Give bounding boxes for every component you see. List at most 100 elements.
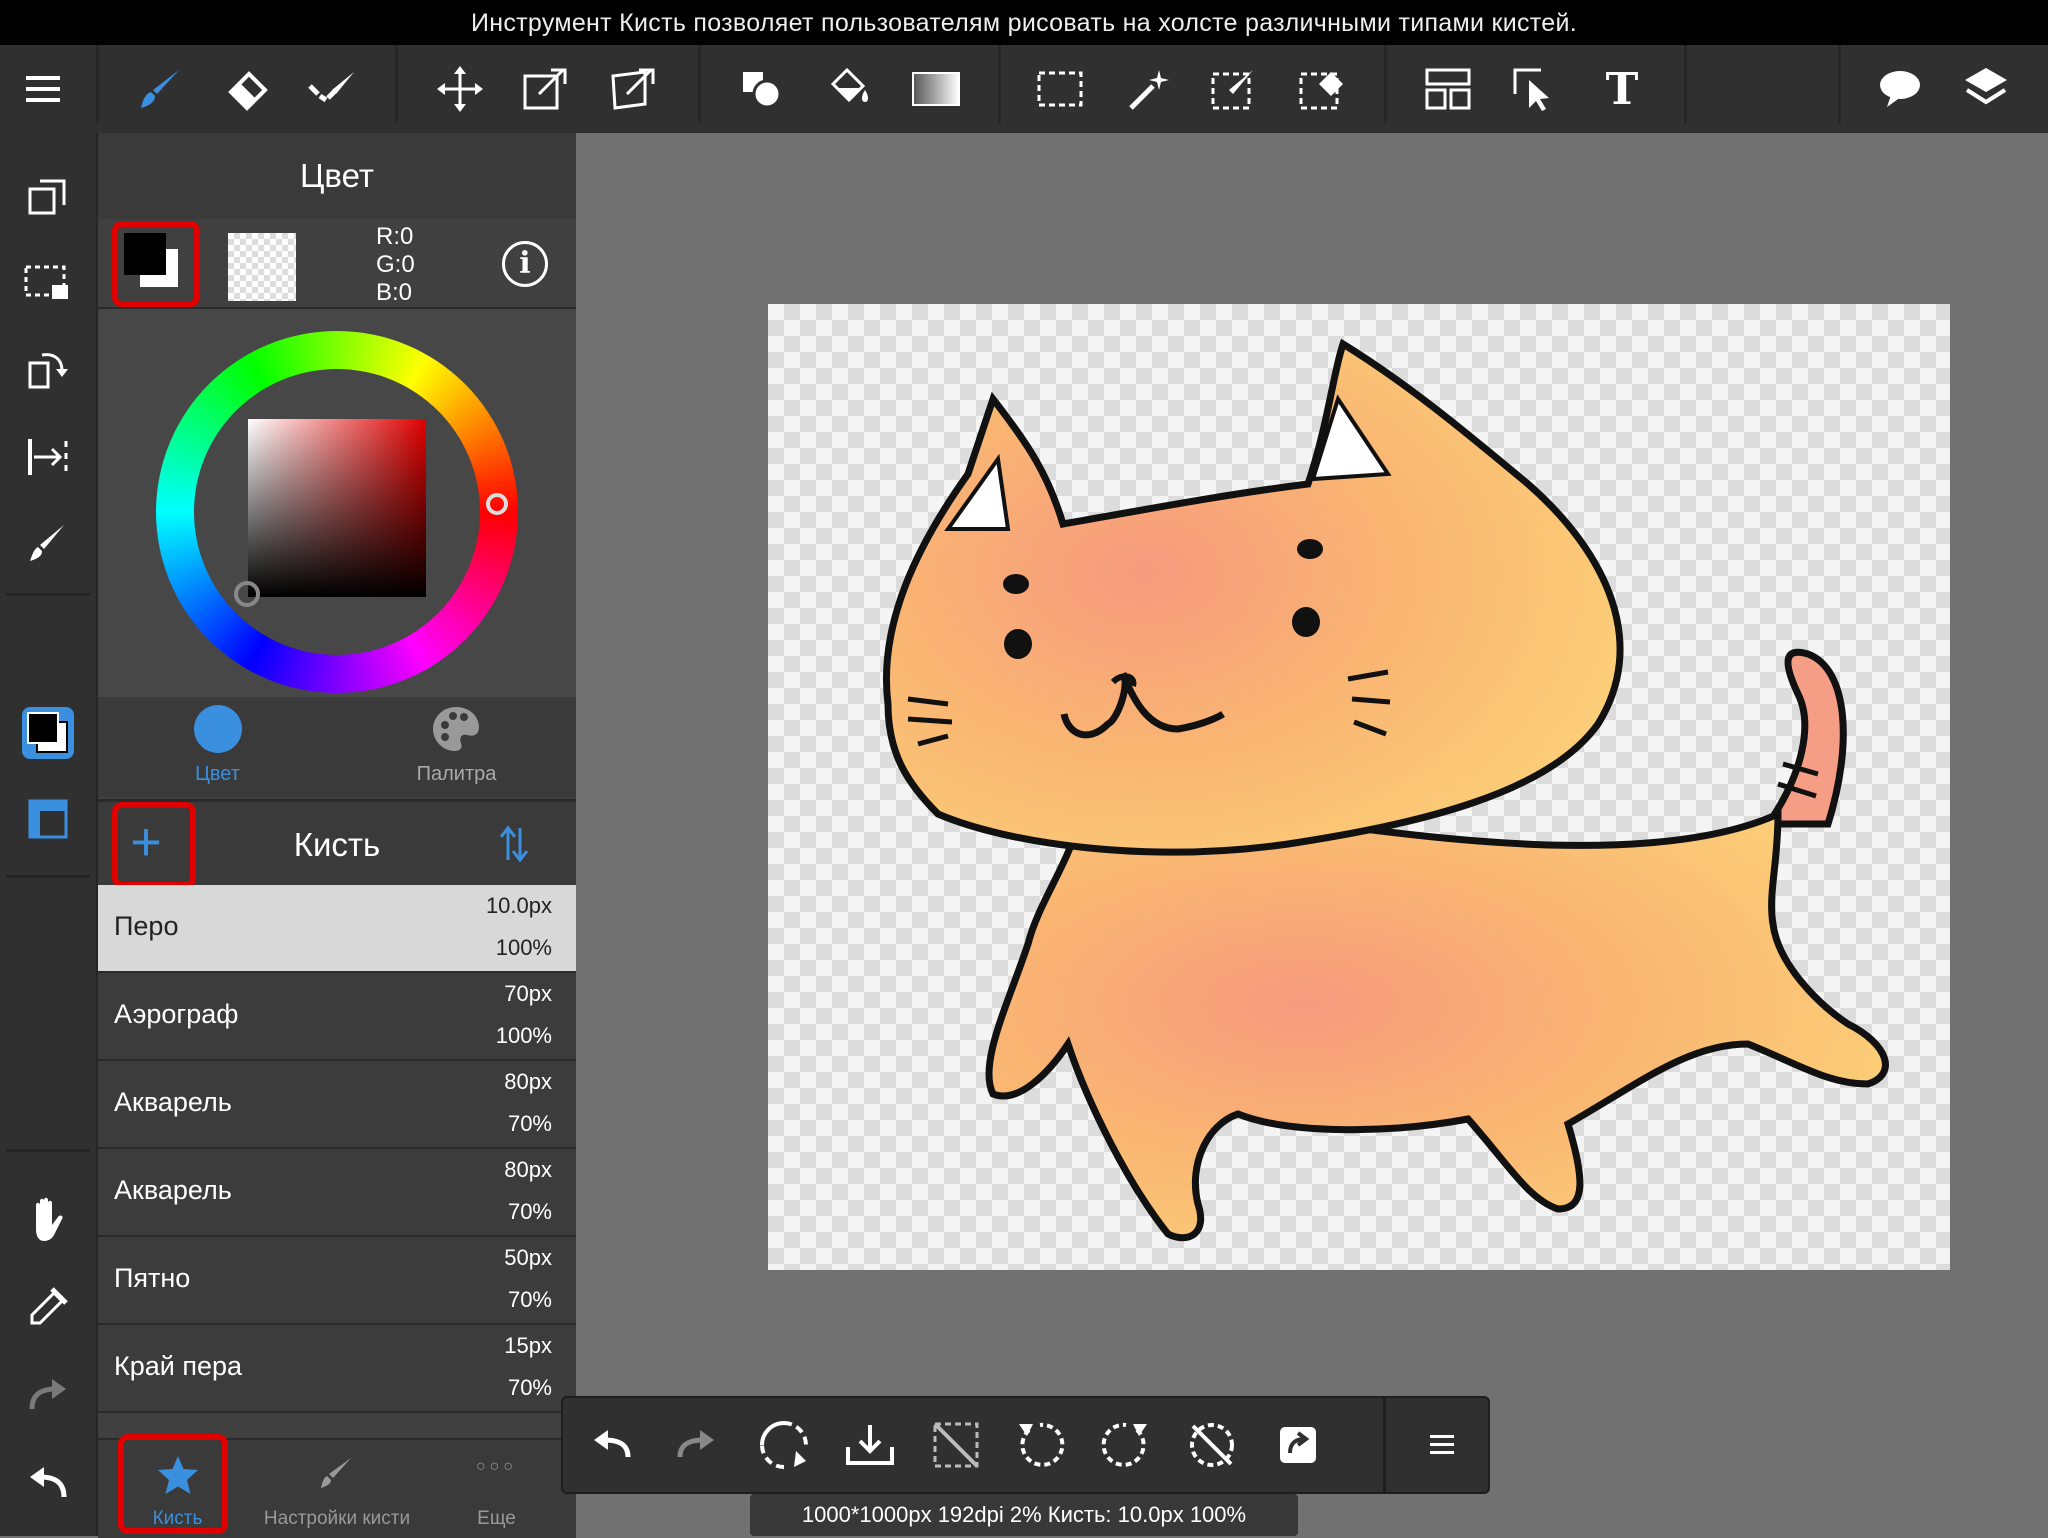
brush-size: 70px bbox=[504, 981, 552, 1006]
palette-icon bbox=[433, 707, 479, 751]
brush-size: 80px bbox=[504, 1069, 552, 1094]
magic-wand-icon[interactable] bbox=[1118, 59, 1178, 119]
brush-opacity: 70% bbox=[507, 1199, 552, 1224]
brush-opacity: 70% bbox=[507, 1111, 552, 1136]
tab-brush-settings-label: Настройки кисти bbox=[263, 1508, 411, 1529]
brush-panel-header: + Кисть bbox=[98, 799, 576, 888]
rotate-right-icon[interactable] bbox=[1095, 1414, 1157, 1476]
main-color-highlight bbox=[112, 221, 200, 307]
brush-name: Акварель bbox=[114, 1175, 232, 1205]
tab-palette-label: Палитра bbox=[416, 763, 497, 785]
tab-brush-settings[interactable]: Настройки кисти bbox=[257, 1440, 417, 1538]
gradient-icon[interactable] bbox=[906, 59, 966, 119]
bottom-action-bar bbox=[561, 1396, 1490, 1494]
brush-opacity: 100% bbox=[495, 935, 552, 960]
color-wheel-area bbox=[98, 309, 576, 697]
r-value: R:0 bbox=[376, 223, 414, 250]
hue-handle[interactable] bbox=[486, 493, 508, 515]
rgb-readout: R:0 G:0 B:0 bbox=[376, 223, 415, 307]
select-pen-icon[interactable] bbox=[1204, 59, 1264, 119]
brush-item-watercolor[interactable]: Акварель 80px 70% bbox=[98, 1061, 576, 1149]
eraser-icon[interactable] bbox=[218, 59, 278, 119]
hand-icon[interactable] bbox=[18, 1189, 78, 1249]
brush-item-blur[interactable]: Пятно 50px 70% bbox=[98, 1237, 576, 1325]
tab-more[interactable]: ○○○ Еще bbox=[417, 1440, 576, 1538]
eyedropper-icon[interactable] bbox=[18, 1277, 78, 1337]
tutorial-banner: Инструмент Кисть позволяет пользователям… bbox=[0, 0, 2048, 45]
frame-divider-icon[interactable] bbox=[1418, 59, 1478, 119]
dotted-brush-icon[interactable] bbox=[304, 59, 364, 119]
select-rect-icon[interactable] bbox=[1030, 59, 1090, 119]
brush-name: Аэрограф bbox=[114, 999, 239, 1029]
rotate-left-icon[interactable] bbox=[1009, 1414, 1071, 1476]
undo-icon[interactable] bbox=[581, 1414, 643, 1476]
tab-color[interactable]: Цвет bbox=[98, 697, 337, 797]
brush-item-airbrush[interactable]: Аэрограф 70px 100% bbox=[98, 973, 576, 1061]
brush-item-pen-edge[interactable]: Край пера 15px 70% bbox=[98, 1325, 576, 1413]
color-panel-title: Цвет bbox=[300, 157, 374, 194]
status-bar: 1000*1000px 192dpi 2% Кисть: 10.0px 100% bbox=[750, 1494, 1298, 1536]
speech-bubble-icon[interactable] bbox=[1870, 59, 1930, 119]
ruler-icon[interactable] bbox=[18, 427, 78, 487]
undo-icon[interactable] bbox=[18, 1453, 78, 1513]
brush-icon[interactable] bbox=[130, 59, 190, 119]
brush-settings-icon bbox=[321, 1458, 351, 1488]
transform-rotate-icon[interactable] bbox=[753, 1414, 815, 1476]
brush-name: Перо bbox=[114, 911, 179, 941]
sort-icon[interactable] bbox=[498, 824, 530, 864]
brush-name: Край пера bbox=[114, 1351, 243, 1381]
more-icon: ○○○ bbox=[476, 1458, 517, 1475]
rotate-icon[interactable] bbox=[18, 339, 78, 399]
shape-icon[interactable] bbox=[732, 59, 792, 119]
color-tabs: Цвет Палитра bbox=[98, 697, 576, 797]
selection-icon[interactable] bbox=[18, 253, 78, 313]
brush-size: 50px bbox=[504, 1245, 552, 1270]
tab-more-label: Еще bbox=[477, 1508, 516, 1529]
save-icon[interactable] bbox=[839, 1414, 901, 1476]
b-value: B:0 bbox=[376, 279, 413, 306]
info-button[interactable]: i bbox=[502, 241, 548, 287]
tab-palette[interactable]: Палитра bbox=[337, 697, 576, 797]
brush-size: 80px bbox=[504, 1157, 552, 1182]
redo-icon bbox=[665, 1414, 727, 1476]
color-swatch-icon[interactable] bbox=[18, 703, 78, 763]
brush-item-pen[interactable]: Перо 10.0px 100% bbox=[98, 885, 576, 973]
tab-color-label: Цвет bbox=[195, 763, 240, 785]
g-value: G:0 bbox=[376, 251, 415, 278]
brush-name: Акварель bbox=[114, 1087, 232, 1117]
brush-opacity: 70% bbox=[507, 1287, 552, 1312]
operation-icon[interactable] bbox=[1506, 59, 1566, 119]
brush-opacity: 70% bbox=[507, 1375, 552, 1400]
brush-bottom-tabs: Кисть Настройки кисти ○○○ Еще bbox=[98, 1434, 576, 1538]
layers-icon[interactable] bbox=[1956, 59, 2016, 119]
redo-icon bbox=[18, 1365, 78, 1425]
reset-rotation-icon[interactable] bbox=[1181, 1414, 1243, 1476]
mesh-transform-icon[interactable] bbox=[604, 59, 664, 119]
side-panel: Цвет R:0 G:0 B:0 i Цвет Палитра + Кисть … bbox=[96, 133, 576, 1538]
brush-tab-highlight bbox=[118, 1434, 228, 1534]
menu-icon[interactable] bbox=[14, 59, 74, 119]
move-icon[interactable] bbox=[430, 59, 490, 119]
select-eraser-icon[interactable] bbox=[1292, 59, 1352, 119]
brush-name: Пятно bbox=[114, 1263, 191, 1293]
brush-pen-icon[interactable] bbox=[18, 513, 78, 573]
bucket-icon[interactable] bbox=[818, 59, 878, 119]
brush-list: Перо 10.0px 100% Аэрограф 70px 100% Аква… bbox=[98, 885, 576, 1425]
sub-color-swatch[interactable] bbox=[228, 233, 296, 301]
text-icon[interactable]: T bbox=[1592, 59, 1652, 119]
hamburger-icon[interactable] bbox=[1411, 1414, 1473, 1476]
saturation-square[interactable] bbox=[248, 419, 426, 597]
export-icon[interactable] bbox=[1267, 1414, 1329, 1476]
layer-toggle-icon[interactable] bbox=[18, 789, 78, 849]
brush-size: 10.0px bbox=[485, 893, 552, 918]
deselect-icon[interactable] bbox=[925, 1414, 987, 1476]
saturation-handle[interactable] bbox=[234, 581, 260, 607]
transform-icon[interactable] bbox=[516, 59, 576, 119]
copy-icon[interactable] bbox=[18, 167, 78, 227]
brush-size: 15px bbox=[504, 1333, 552, 1358]
color-info-row: R:0 G:0 B:0 i bbox=[98, 221, 576, 309]
brush-item-watercolor-2[interactable]: Акварель 80px 70% bbox=[98, 1149, 576, 1237]
drawing-canvas[interactable] bbox=[768, 304, 1950, 1270]
top-toolbar: T bbox=[0, 45, 2048, 133]
brush-opacity: 100% bbox=[495, 1023, 552, 1048]
